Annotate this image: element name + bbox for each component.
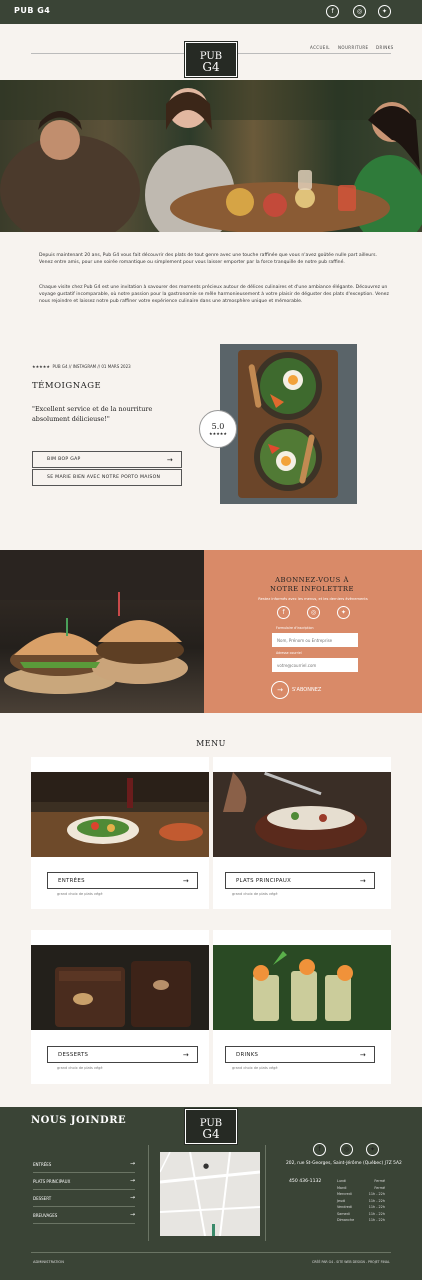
newsletter-title-line1: ABONNEZ-VOUS À	[275, 576, 349, 584]
logo-line2: G4	[202, 60, 220, 74]
form-label: Formulaire d'inscription	[276, 626, 314, 630]
rating-badge: 5.0 ★★★★★	[199, 410, 237, 448]
facebook-icon[interactable]: f	[313, 1143, 326, 1156]
drinks-image	[213, 945, 391, 1030]
arrow-right-icon: →	[182, 1050, 189, 1059]
drinks-button[interactable]: DRINKS →	[225, 1046, 375, 1063]
footer-logo-line2: G4	[202, 1127, 220, 1141]
hours-day: Dimanche	[337, 1218, 355, 1222]
name-input[interactable]	[272, 633, 358, 647]
footer-link-dessert[interactable]: DESSERT →	[33, 1194, 135, 1207]
rating-stars: ★★★★★	[209, 431, 227, 436]
subscribe-button[interactable]: → S'ABONNEZ	[271, 680, 341, 700]
hero-image	[0, 80, 422, 232]
instagram-icon[interactable]: ◎	[353, 5, 366, 18]
drinks-subtitle: grand choix de plats végé	[232, 1066, 278, 1070]
arrow-right-icon: →	[359, 876, 366, 885]
email-input[interactable]	[272, 658, 358, 672]
nav-drinks[interactable]: DRINKS	[376, 45, 394, 50]
hours-row: Dimanche 11h - 22h	[337, 1217, 385, 1224]
facebook-icon[interactable]: f	[326, 5, 339, 18]
plats-subtitle: grand choix de plats végé	[232, 892, 278, 896]
footer-link-entrees[interactable]: ENTRÉES →	[33, 1160, 135, 1173]
footer-logo[interactable]: PUB G4	[184, 1108, 238, 1145]
dish-button[interactable]: BIM BOP GAP →	[32, 451, 182, 468]
entrees-subtitle: grand choix de plats végé	[57, 892, 103, 896]
footer-link-label: ENTRÉES	[33, 1162, 52, 1167]
footer-link-label: PLATS PRINCIPAUX	[33, 1179, 71, 1184]
arrow-right-icon: →	[166, 455, 173, 464]
intro-paragraph-2: Chaque visite chez Pub G4 est une invita…	[39, 285, 389, 304]
nav-accueil[interactable]: ACCUEIL	[310, 45, 330, 50]
footer-divider	[148, 1145, 149, 1241]
desserts-button[interactable]: DESSERTS →	[47, 1046, 198, 1063]
arrow-right-icon: →	[129, 1194, 135, 1201]
footer-title: NOUS JOINDRE	[31, 1115, 127, 1126]
logo[interactable]: PUB G4	[184, 41, 238, 78]
footer-divider-2	[265, 1145, 266, 1241]
facebook-icon[interactable]: f	[277, 606, 290, 619]
footer-link-label: BREUVAGES	[33, 1213, 58, 1218]
star-rating: ★★★★★	[32, 364, 50, 369]
footer-bottom-divider	[31, 1252, 391, 1253]
drinks-label: DRINKS	[236, 1051, 259, 1058]
hours-time: 11h - 22h	[368, 1218, 385, 1222]
arrow-right-icon: →	[129, 1211, 135, 1218]
arrow-right-icon: →	[271, 681, 289, 699]
twitter-icon[interactable]: ✦	[378, 5, 391, 18]
plats-image	[213, 772, 391, 857]
burger-image	[0, 550, 204, 713]
newsletter-title-line2: NOTRE INFOLETTRE	[270, 585, 354, 593]
opening-hours: Lundi Fermé Mardi Fermé Mercredi 11h - 22h …	[337, 1178, 385, 1224]
footer-credit: CRÉÉ PAR G4 - SITE WEB DESIGN - PROJET F…	[312, 1260, 390, 1264]
desserts-label: DESSERTS	[58, 1051, 89, 1058]
entrees-label: ENTRÉES	[58, 877, 85, 884]
desserts-image	[31, 945, 209, 1030]
map[interactable]: ●	[160, 1152, 260, 1236]
bibimbap-image	[220, 344, 357, 504]
subscribe-label: S'ABONNEZ	[292, 687, 322, 693]
brand-name[interactable]: PUB G4	[14, 6, 50, 15]
plats-label: PLATS PRINCIPAUX	[236, 877, 292, 884]
footer-link-label: DESSERT	[33, 1196, 52, 1201]
rating-value: 5.0	[211, 422, 225, 431]
intro-paragraph-1: Depuis maintenant 20 ans, Pub G4 vous fa…	[39, 253, 377, 265]
arrow-right-icon: →	[129, 1177, 135, 1184]
pairing-button-label: SE MARIE BIEN AVEC NOTRE PORTO MAISON	[47, 475, 161, 480]
menu-title: MENU	[196, 739, 226, 748]
footer-address: 202, rue St-Georges, Saint-Jérôme (Québe…	[286, 1161, 402, 1166]
arrow-right-icon: →	[129, 1160, 135, 1167]
desserts-subtitle: grand choix de plats végé	[57, 1066, 103, 1070]
testimonial-source: PUB G4 // INSTAGRAM // 01 MARS 2023	[52, 364, 131, 369]
admin-link[interactable]: ADMINISTRATION	[33, 1260, 64, 1264]
entrees-button[interactable]: ENTRÉES →	[47, 872, 198, 889]
footer-link-plats[interactable]: PLATS PRINCIPAUX →	[33, 1177, 135, 1190]
email-label: Adresse courriel	[276, 651, 302, 655]
footer-link-breuvages[interactable]: BREUVAGES →	[33, 1211, 135, 1224]
nav-nourriture[interactable]: NOURRITURE	[338, 45, 368, 50]
footer-phone[interactable]: 450 436-1132	[289, 1179, 321, 1184]
entrees-image	[31, 772, 209, 857]
pairing-button[interactable]: SE MARIE BIEN AVEC NOTRE PORTO MAISON	[32, 469, 182, 486]
twitter-icon[interactable]: ✦	[337, 606, 350, 619]
testimonial-title: TÉMOIGNAGE	[32, 381, 102, 391]
newsletter-subtitle: Restez informés avec les menus, et les d…	[258, 597, 368, 601]
testimonial-quote: "Excellent service et de la nourriture a…	[32, 405, 153, 423]
top-bar: PUB G4 f ◎ ✦	[0, 0, 422, 24]
map-pin-icon: ●	[203, 1162, 210, 1170]
plats-button[interactable]: PLATS PRINCIPAUX →	[225, 872, 375, 889]
testimonial-meta: ★★★★★ PUB G4 // INSTAGRAM // 01 MARS 202…	[32, 364, 131, 369]
dish-button-label: BIM BOP GAP	[47, 457, 81, 462]
instagram-icon[interactable]: ◎	[340, 1143, 353, 1156]
arrow-right-icon: →	[182, 876, 189, 885]
instagram-icon[interactable]: ◎	[307, 606, 320, 619]
twitter-icon[interactable]: ✦	[366, 1143, 379, 1156]
arrow-right-icon: →	[359, 1050, 366, 1059]
